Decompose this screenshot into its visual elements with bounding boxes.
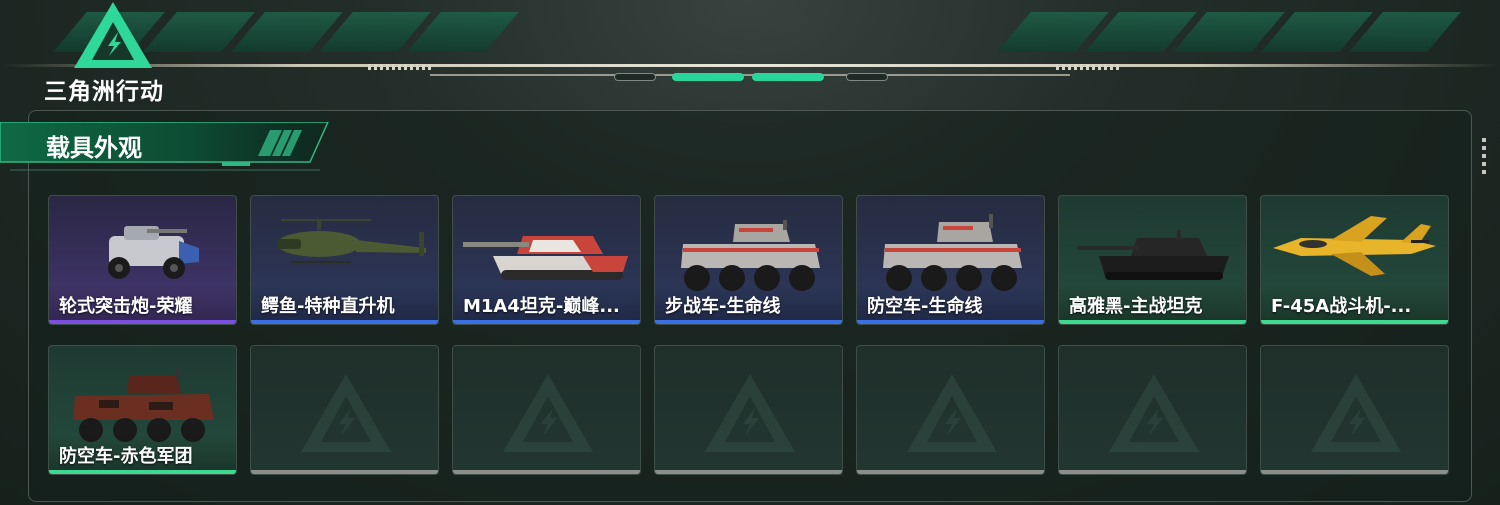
vehicle-card[interactable]: 高雅黑-主战坦克 [1058,195,1247,325]
rarity-bar [49,320,236,324]
delta-watermark-icon [907,374,997,452]
page-indicator[interactable] [614,73,656,81]
vehicle-name: M1A4坦克-巅峰... [463,296,620,317]
vehicle-card[interactable]: 鳄鱼-特种直升机 [250,195,439,325]
empty-slot [1058,345,1247,475]
header-line-secondary [430,74,1070,76]
delta-watermark-icon [503,374,593,452]
header: 三角洲行动 [0,0,1500,105]
vehicle-name: 步战车-生命线 [665,296,781,317]
delta-watermark-icon [1311,374,1401,452]
logo-text: 三角洲行动 [44,79,164,105]
rarity-bar [251,320,438,324]
empty-slot [452,345,641,475]
empty-bar [1059,470,1246,474]
header-line [0,64,1500,67]
vehicle-card[interactable]: F-45A战斗机-... [1260,195,1449,325]
empty-bar [857,470,1044,474]
rarity-bar [655,320,842,324]
vehicle-name: 鳄鱼-特种直升机 [261,296,395,317]
side-scroll-indicator[interactable] [1482,138,1486,178]
empty-slot [250,345,439,475]
empty-slot [1260,345,1449,475]
rarity-bar [49,470,236,474]
vehicle-name: F-45A战斗机-... [1271,296,1412,317]
vehicle-card[interactable]: 步战车-生命线 [654,195,843,325]
page-indicator[interactable] [846,73,888,81]
empty-slot [654,345,843,475]
rarity-bar [857,320,1044,324]
section-title: 载具外观 [46,134,142,162]
empty-slot [856,345,1045,475]
delta-watermark-icon [301,374,391,452]
vehicle-card[interactable]: 轮式突击炮-荣耀 [48,195,237,325]
delta-watermark-icon [1109,374,1199,452]
empty-bar [655,470,842,474]
rarity-bar [1261,320,1448,324]
vehicle-card[interactable]: 防空车-赤色军团 [48,345,237,475]
rarity-bar [453,320,640,324]
vehicle-card[interactable]: M1A4坦克-巅峰... [452,195,641,325]
delta-watermark-icon [705,374,795,452]
page-indicator-active[interactable] [672,73,744,81]
rarity-bar [1059,320,1246,324]
page-indicator-active[interactable] [752,73,824,81]
empty-bar [453,470,640,474]
vehicle-name: 轮式突击炮-荣耀 [59,296,193,317]
vehicle-name: 防空车-生命线 [867,296,983,317]
delta-logo-icon [74,2,152,68]
header-ticks [1056,64,1120,70]
vehicle-name: 高雅黑-主战坦克 [1069,296,1203,317]
vehicle-card[interactable]: 防空车-生命线 [856,195,1045,325]
empty-bar [1261,470,1448,474]
header-ticks [368,64,432,70]
vehicle-name: 防空车-赤色军团 [59,446,193,467]
empty-bar [251,470,438,474]
